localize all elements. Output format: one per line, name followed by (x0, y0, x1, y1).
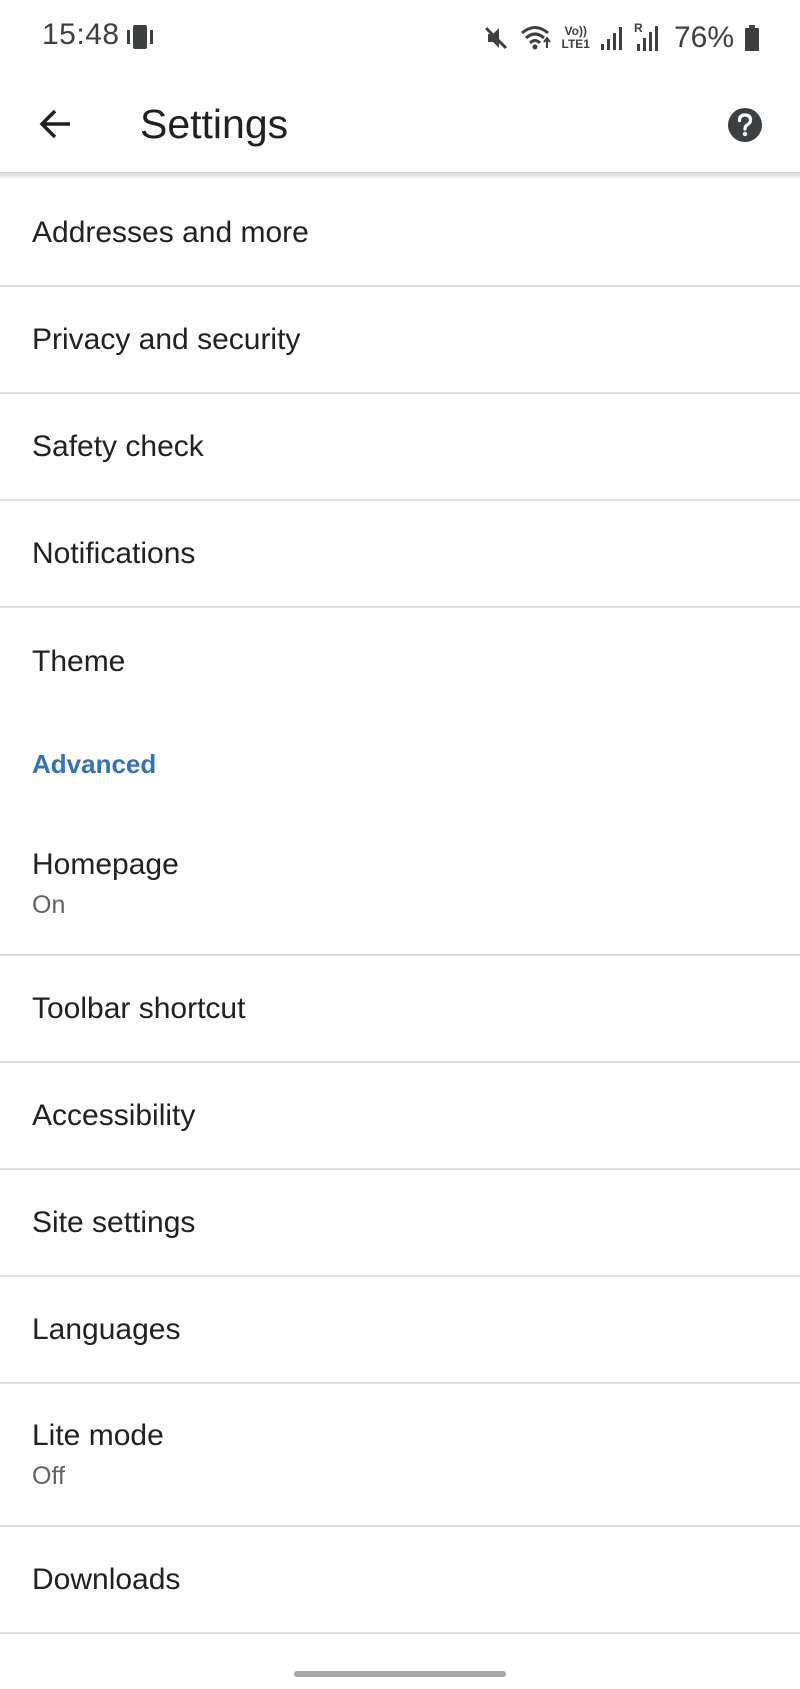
setting-title: Accessibility (32, 1098, 196, 1132)
setting-title: Site settings (32, 1205, 196, 1239)
setting-title: Languages (32, 1312, 181, 1346)
back-button[interactable] (28, 96, 84, 152)
setting-title: Lite mode (32, 1418, 164, 1452)
setting-title: Downloads (32, 1562, 181, 1596)
setting-theme[interactable]: Theme (0, 608, 800, 715)
setting-status: On (32, 890, 66, 919)
setting-toolbar-shortcut[interactable]: Toolbar shortcut (0, 956, 800, 1063)
battery-icon (745, 25, 759, 51)
setting-accessibility[interactable]: Accessibility (0, 1063, 800, 1170)
wifi-icon (520, 26, 551, 50)
signal-icon (600, 27, 622, 50)
status-bar: 15:48 Vo)) LTE1 R 76% (0, 0, 800, 78)
signal-roaming-icon: R (634, 21, 660, 53)
mute-icon (484, 26, 507, 50)
battery-percent: 76% (673, 21, 734, 54)
setting-title: Notifications (32, 536, 196, 570)
setting-safety-check[interactable]: Safety check (0, 394, 800, 501)
setting-title: Privacy and security (32, 322, 301, 356)
setting-title: Homepage (32, 847, 179, 881)
status-icons: Vo)) LTE1 R 76% (484, 20, 761, 56)
setting-downloads[interactable]: Downloads (0, 1527, 800, 1634)
section-header-advanced: Advanced (0, 715, 800, 813)
setting-title: Addresses and more (32, 215, 309, 249)
settings-list: Addresses and more Privacy and security … (0, 180, 800, 1634)
setting-languages[interactable]: Languages (0, 1277, 800, 1384)
help-button[interactable] (720, 100, 770, 150)
app-bar-shadow (0, 172, 800, 180)
setting-notifications[interactable]: Notifications (0, 501, 800, 608)
lte-label: LTE1 (561, 37, 590, 51)
help-circle-icon (728, 108, 762, 142)
setting-title: Toolbar shortcut (32, 991, 246, 1025)
setting-title: Theme (32, 644, 126, 678)
volte-icon: Vo)) LTE1 (562, 25, 590, 51)
setting-title: Safety check (32, 429, 204, 463)
page-title: Settings (140, 101, 289, 147)
phone-vibrate-icon (127, 25, 153, 49)
setting-privacy-security[interactable]: Privacy and security (0, 287, 800, 394)
app-bar: Settings (0, 78, 800, 172)
home-indicator[interactable] (294, 1671, 506, 1677)
arrow-back-icon (39, 109, 70, 139)
setting-homepage[interactable]: Homepage On (0, 813, 800, 956)
section-label: Advanced (32, 748, 157, 779)
setting-lite-mode[interactable]: Lite mode Off (0, 1384, 800, 1527)
setting-site-settings[interactable]: Site settings (0, 1170, 800, 1277)
status-time: 15:48 (42, 18, 120, 51)
setting-status: Off (32, 1461, 65, 1490)
setting-addresses[interactable]: Addresses and more (0, 180, 800, 287)
